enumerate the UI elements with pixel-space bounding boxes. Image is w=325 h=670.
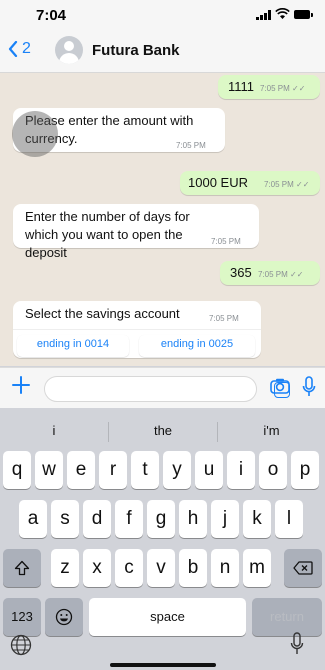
back-count: 2: [22, 40, 31, 57]
return-key[interactable]: return: [252, 598, 322, 636]
key-y[interactable]: y: [163, 451, 191, 489]
touch-indicator: [12, 111, 58, 157]
message-text: Enter the number of days for which you w…: [25, 209, 190, 260]
signal-icon: [256, 10, 271, 20]
chevron-left-icon: [8, 41, 18, 57]
key-r[interactable]: r: [99, 451, 127, 489]
message-bubble-outgoing[interactable]: 1000 EUR 7:05 PM ✓✓: [180, 171, 320, 195]
message-bubble-incoming[interactable]: Select the savings account 7:05 PM endin…: [13, 301, 261, 358]
status-bar: 7:04: [0, 0, 325, 28]
key-p[interactable]: p: [291, 451, 319, 489]
keyboard: i the i'm q w e r t y u i o p a s d f g …: [0, 408, 325, 670]
message-time: 7:05 PM: [176, 141, 206, 150]
message-time: 7:05 PM: [264, 180, 294, 189]
key-b[interactable]: b: [179, 549, 207, 587]
message-bubble-outgoing[interactable]: 365 7:05 PM ✓✓: [220, 261, 320, 285]
message-text: Select the savings account: [25, 306, 180, 321]
backspace-key[interactable]: [284, 549, 322, 587]
space-key[interactable]: space: [89, 598, 246, 636]
message-time: 7:05 PM: [260, 84, 290, 93]
message-input[interactable]: [44, 376, 290, 402]
numbers-key[interactable]: 123: [3, 598, 41, 636]
home-indicator: [110, 663, 216, 667]
key-w[interactable]: w: [35, 451, 63, 489]
key-g[interactable]: g: [147, 500, 175, 538]
key-t[interactable]: t: [131, 451, 159, 489]
key-n[interactable]: n: [211, 549, 239, 587]
quick-reply-account-0014[interactable]: ending in 0014: [17, 335, 129, 357]
avatar[interactable]: [55, 36, 83, 64]
globe-icon[interactable]: [10, 634, 32, 656]
camera-icon[interactable]: [270, 378, 290, 394]
key-o[interactable]: o: [259, 451, 287, 489]
chat-area: 1111 7:05 PM ✓✓ Please enter the amount …: [0, 73, 325, 366]
shift-icon: [14, 560, 30, 576]
emoji-icon: [55, 608, 73, 626]
message-text: 1111: [228, 79, 255, 94]
double-check-icon: ✓✓: [292, 84, 306, 93]
chat-header: 2 Futura Bank: [0, 28, 325, 73]
back-button[interactable]: 2: [8, 40, 31, 58]
key-d[interactable]: d: [83, 500, 111, 538]
message-time: 7:05 PM: [211, 237, 241, 246]
key-x[interactable]: x: [83, 549, 111, 587]
key-z[interactable]: z: [51, 549, 79, 587]
key-f[interactable]: f: [115, 500, 143, 538]
key-i[interactable]: i: [227, 451, 255, 489]
message-time: 7:05 PM: [209, 314, 239, 323]
key-u[interactable]: u: [195, 451, 223, 489]
key-a[interactable]: a: [19, 500, 47, 538]
key-e[interactable]: e: [67, 451, 95, 489]
microphone-icon[interactable]: [302, 376, 316, 398]
message-bubble-incoming[interactable]: Enter the number of days for which you w…: [13, 204, 259, 260]
key-m[interactable]: m: [243, 549, 271, 587]
double-check-icon: ✓✓: [296, 180, 310, 189]
battery-icon: [294, 10, 313, 19]
key-h[interactable]: h: [179, 500, 207, 538]
message-text: 365: [230, 265, 252, 280]
status-time: 7:04: [36, 7, 67, 24]
microphone-icon[interactable]: [290, 632, 304, 656]
message-input-bar: [0, 367, 325, 408]
key-s[interactable]: s: [51, 500, 79, 538]
key-l[interactable]: l: [275, 500, 303, 538]
key-c[interactable]: c: [115, 549, 143, 587]
divider: [13, 329, 261, 330]
key-v[interactable]: v: [147, 549, 175, 587]
key-k[interactable]: k: [243, 500, 271, 538]
suggestion-3[interactable]: i'm: [218, 416, 325, 446]
emoji-key[interactable]: [45, 598, 83, 636]
suggestion-1[interactable]: i: [0, 416, 108, 446]
shift-key[interactable]: [3, 549, 41, 587]
message-time: 7:05 PM: [258, 270, 288, 279]
quick-reply-account-0025[interactable]: ending in 0025: [139, 335, 255, 357]
message-text: 1000 EUR: [188, 175, 248, 190]
double-check-icon: ✓✓: [290, 270, 304, 279]
chat-title[interactable]: Futura Bank: [92, 42, 180, 59]
suggestion-2[interactable]: the: [109, 416, 217, 446]
wifi-icon: [275, 8, 290, 19]
backspace-icon: [293, 561, 313, 575]
key-j[interactable]: j: [211, 500, 239, 538]
key-q[interactable]: q: [3, 451, 31, 489]
plus-icon[interactable]: [10, 374, 32, 396]
message-bubble-outgoing[interactable]: 1111 7:05 PM ✓✓: [218, 75, 320, 99]
